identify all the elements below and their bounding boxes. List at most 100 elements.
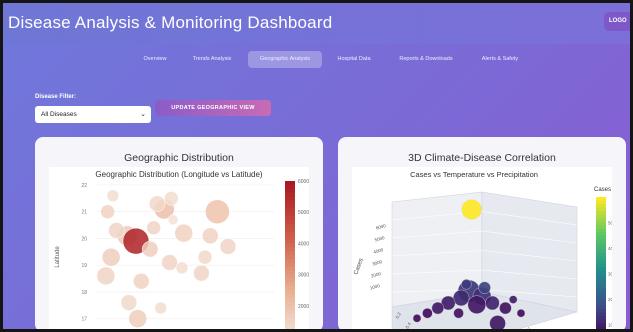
geo-colorbar-segment — [285, 325, 295, 330]
climate-z-tick-label: 5000 — [374, 235, 385, 243]
climate-colorbar-segment — [596, 298, 606, 303]
climate-colorbar-segment — [596, 211, 606, 215]
logout-button[interactable]: LOGO — [604, 12, 631, 31]
geo-y-axis-label: Latitude — [55, 246, 61, 268]
climate-colorbar-tick-label: 4000 — [608, 246, 612, 251]
geo-data-point — [175, 261, 189, 275]
geo-colorbar-segment — [285, 298, 295, 303]
climate-colorbar-segment — [596, 323, 606, 327]
geo-colorbar-segment — [285, 270, 295, 276]
tab-trends-analysis[interactable]: Trends Analysis — [182, 51, 242, 68]
climate-colorbar-segment — [596, 281, 606, 285]
geo-data-point — [148, 195, 166, 212]
geo-data-point — [164, 191, 179, 206]
geo-data-point — [205, 199, 230, 224]
geo-colorbar-segment — [285, 235, 295, 240]
geo-colorbar-segment — [285, 278, 295, 283]
geo-colorbar-segment — [285, 227, 295, 233]
climate-colorbar-tick-label: 1000 — [608, 322, 612, 327]
climate-data-point — [478, 281, 491, 294]
geo-data-point — [101, 247, 121, 267]
climate-data-point — [467, 295, 487, 314]
geo-data-point — [174, 223, 193, 243]
climate-colorbar-segment — [596, 246, 606, 250]
geo-colorbar-segment — [285, 208, 295, 213]
climate-3d-chart[interactable]: Cases vs Temperature vs Precipitation 600… — [352, 167, 619, 332]
geo-y-tick-label: 20 — [81, 236, 87, 242]
climate-data-point — [508, 295, 518, 304]
climate-data-point — [412, 314, 422, 323]
climate-data-point — [452, 289, 470, 307]
geo-data-point — [120, 294, 138, 311]
climate-colorbar-segment — [596, 263, 606, 268]
climate-colorbar-segment — [596, 260, 606, 264]
climate-colorbar-segment — [596, 270, 606, 275]
climate-data-point — [461, 279, 472, 290]
geo-colorbar-segment — [285, 239, 295, 244]
geo-data-point — [141, 240, 159, 258]
climate-colorbar-title: Cases — [594, 187, 611, 193]
geo-colorbar-segment — [285, 317, 295, 322]
disease-filter-select[interactable]: All Diseases ⌄ — [35, 106, 151, 123]
geo-data-point — [128, 309, 147, 328]
tab-reports-downloads[interactable]: Reports & Downloads — [388, 51, 464, 68]
geo-colorbar-segment — [285, 282, 295, 287]
card-title-geographic: Geographic Distribution — [124, 152, 234, 164]
geo-colorbar-segment — [285, 204, 295, 209]
geographic-distribution-card: Geographic Distribution Geographic Distr… — [35, 137, 323, 332]
geo-colorbar-segment — [285, 223, 295, 229]
geo-colorbar-segment — [285, 321, 295, 326]
geo-data-point — [133, 272, 150, 290]
chevron-down-icon: ⌄ — [140, 111, 146, 118]
geo-colorbar-segment — [285, 274, 295, 279]
climate-colorbar-segment — [596, 277, 606, 282]
geo-colorbar-segment — [285, 184, 295, 190]
geo-colorbar-segment — [285, 247, 295, 252]
geo-colorbar-segment — [285, 309, 295, 315]
tab-hospital-data[interactable]: Hospital Data — [330, 51, 378, 68]
climate-data-point — [453, 307, 464, 319]
climate-z-axis-label: Cases — [353, 258, 364, 276]
geo-data-point — [197, 249, 213, 265]
climate-y-tick-label: 305 — [525, 326, 534, 332]
climate-data-point — [485, 295, 500, 311]
geo-colorbar-segment — [285, 251, 295, 256]
geo-colorbar-segment — [285, 196, 295, 201]
geo-colorbar-tick-label: 2000 — [298, 304, 309, 310]
climate-colorbar-segment — [596, 305, 606, 310]
app-title: Disease Analysis & Monitoring Dashboard — [8, 13, 333, 32]
climate-colorbar-segment — [596, 316, 606, 320]
climate-z-tick-label: 4000 — [373, 247, 384, 255]
geo-data-point — [161, 254, 178, 271]
climate-colorbar-segment — [596, 309, 606, 313]
tab-alerts-safety[interactable]: Alerts & Safety — [471, 51, 529, 68]
update-geographic-view-button[interactable]: UPDATE GEOGRAPHIC VIEW — [155, 100, 271, 116]
climate-colorbar-segment — [596, 232, 606, 236]
climate-colorbar-segment — [596, 228, 606, 233]
geo-colorbar-tick-label: 3000 — [298, 273, 309, 279]
app-header: Disease Analysis & Monitoring Dashboard … — [0, 0, 633, 44]
card-title-climate: 3D Climate-Disease Correlation — [408, 152, 556, 164]
climate-colorbar-segment — [596, 221, 606, 226]
geo-data-point — [202, 227, 219, 245]
climate-z-tick-label: 3000 — [372, 259, 383, 267]
geo-colorbar-tick-label: 4000 — [298, 241, 309, 247]
climate-colorbar-segment — [596, 253, 606, 257]
disease-filter-label: Disease Filter: — [35, 94, 77, 100]
geo-data-point — [167, 214, 179, 225]
geo-data-point — [219, 238, 237, 255]
geo-data-point — [96, 266, 116, 286]
climate-colorbar-segment — [596, 256, 606, 261]
tab-geographic-analysis[interactable]: Geographic Analysis — [248, 51, 322, 68]
tab-overview[interactable]: Overview — [132, 51, 178, 68]
climate-colorbar-segment — [596, 274, 606, 278]
geo-scatter-chart[interactable]: Geographic Distribution (Longitude vs La… — [49, 167, 309, 332]
geo-y-tick-label: 21 — [81, 210, 87, 216]
climate-z-tick-label: 1000 — [369, 283, 380, 291]
climate-colorbar-tick-label: 5000 — [608, 220, 612, 225]
climate-colorbar-segment — [596, 288, 606, 292]
geo-data-point — [154, 301, 167, 315]
climate-data-point — [422, 307, 433, 319]
climate-colorbar-tick-label: 2000 — [608, 297, 612, 302]
climate-colorbar-segment — [596, 239, 606, 243]
